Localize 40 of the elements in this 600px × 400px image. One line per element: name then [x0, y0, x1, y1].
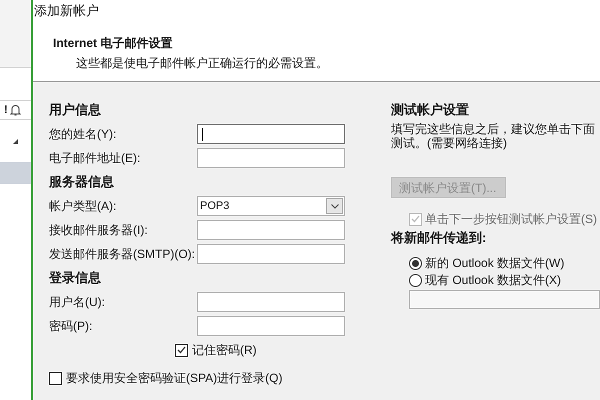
radio-label: 新的 Outlook 数据文件(W)	[425, 255, 564, 272]
description-text: 测试。(需要网络连接)	[391, 136, 508, 150]
input-field[interactable]	[197, 220, 345, 240]
data-file-field[interactable]	[409, 290, 600, 308]
bell-icon	[10, 104, 21, 116]
header-title: Internet 电子邮件设置	[53, 35, 174, 52]
expand-triangle-icon	[13, 138, 18, 144]
field-label: 帐户类型(A):	[49, 198, 118, 215]
field-label: 您的姓名(Y):	[49, 126, 118, 143]
spa-checkbox-label: 要求使用安全密码验证(SPA)进行登录(Q)	[66, 370, 282, 387]
input-field[interactable]	[197, 244, 345, 264]
section-heading: 用户信息	[49, 101, 101, 120]
field-label: 接收邮件服务器(I):	[49, 222, 149, 239]
section-heading: 测试帐户设置	[391, 101, 469, 120]
header-subtitle: 这些都是使电子邮件帐户正确运行的必需设置。	[76, 55, 329, 72]
account-type-dropdown[interactable]: POP3	[197, 196, 345, 216]
section-heading: 将新邮件传递到:	[391, 229, 488, 247]
remember-password-label: 记住密码(R)	[192, 342, 257, 359]
section-heading: 服务器信息	[49, 173, 114, 192]
checkbox[interactable]	[175, 344, 188, 356]
input-field[interactable]	[197, 292, 345, 312]
column-header-text: !	[4, 102, 8, 118]
window-title: 添加新帐户	[33, 2, 100, 20]
input-field[interactable]	[197, 148, 345, 168]
input-field[interactable]	[197, 124, 345, 144]
field-label: 发送邮件服务器(SMTP)(O):	[49, 246, 196, 263]
input-field[interactable]	[197, 316, 345, 336]
checkbox[interactable]	[49, 372, 62, 384]
chevron-down-icon	[330, 204, 338, 208]
field-label: 用户名(U):	[49, 294, 106, 311]
radio-label: 现有 Outlook 数据文件(X)	[425, 272, 562, 289]
auto-test-label: 单击下一步按钮测试帐户设置(S)	[425, 211, 597, 228]
description-text: 填写完这些信息之后，建议您单击下面	[391, 122, 596, 136]
checkmark-icon	[177, 346, 186, 354]
radio-button[interactable]	[409, 274, 422, 286]
field-label: 密码(P):	[49, 318, 94, 335]
section-heading: 登录信息	[49, 269, 101, 288]
checkmark-icon	[411, 215, 420, 223]
field-label: 电子邮件地址(E):	[49, 150, 142, 167]
radio-button[interactable]	[409, 256, 422, 270]
